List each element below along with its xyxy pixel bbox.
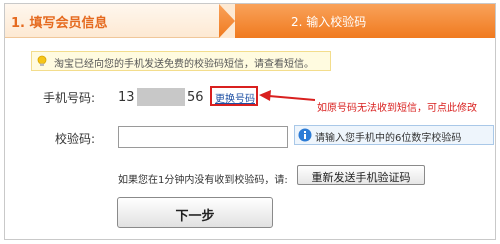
change-number-label: 更换号码 [215,94,255,105]
step-2-active: 2. 输入校验码 [219,4,495,38]
verification-code-input[interactable] [118,126,288,148]
change-number-hint: 如原号码无法收到短信，可点此修改 [317,103,477,114]
sms-sent-notice: 淘宝已经向您的手机发送免费的校验码短信，请查看短信。 [31,51,331,71]
phone-label: 手机号码: [43,91,96,105]
next-step-button[interactable]: 下一步 [117,197,273,228]
step-2-label: 2. 输入校验码 [291,15,367,29]
step-bar: 1. 填写会员信息 2. 输入校验码 [5,4,495,38]
lightbulb-icon [37,55,47,66]
notice-text: 淘宝已经向您的手机发送免费的校验码短信，请查看短信。 [54,59,314,70]
phone-number-mask [137,88,185,106]
code-hint-text: 请输入您手机中的6位数字校验码 [315,133,462,144]
step-1: 1. 填写会员信息 [5,4,235,38]
step-1-label: 1. 填写会员信息 [11,16,108,31]
next-step-label: 下一步 [175,209,215,224]
info-icon [298,128,312,142]
change-number-link[interactable]: 更换号码 [210,86,258,106]
annotation-arrow-icon [259,90,315,101]
phone-number-prefix: 13 [118,90,135,105]
code-hint-box: 请输入您手机中的6位数字校验码 [294,125,494,145]
phone-number-suffix: 56 [187,90,204,105]
verification-form: 1. 填写会员信息 2. 输入校验码 淘宝已经向您的手机发送免费的校验码短信，请… [4,3,496,240]
resend-code-label: 重新发送手机验证码 [311,171,411,184]
resend-prompt: 如果您在1分钟内没有收到校验码，请: [118,175,288,186]
resend-code-button[interactable]: 重新发送手机验证码 [297,165,425,185]
step-divider [219,4,235,38]
code-label: 校验码: [55,132,96,146]
